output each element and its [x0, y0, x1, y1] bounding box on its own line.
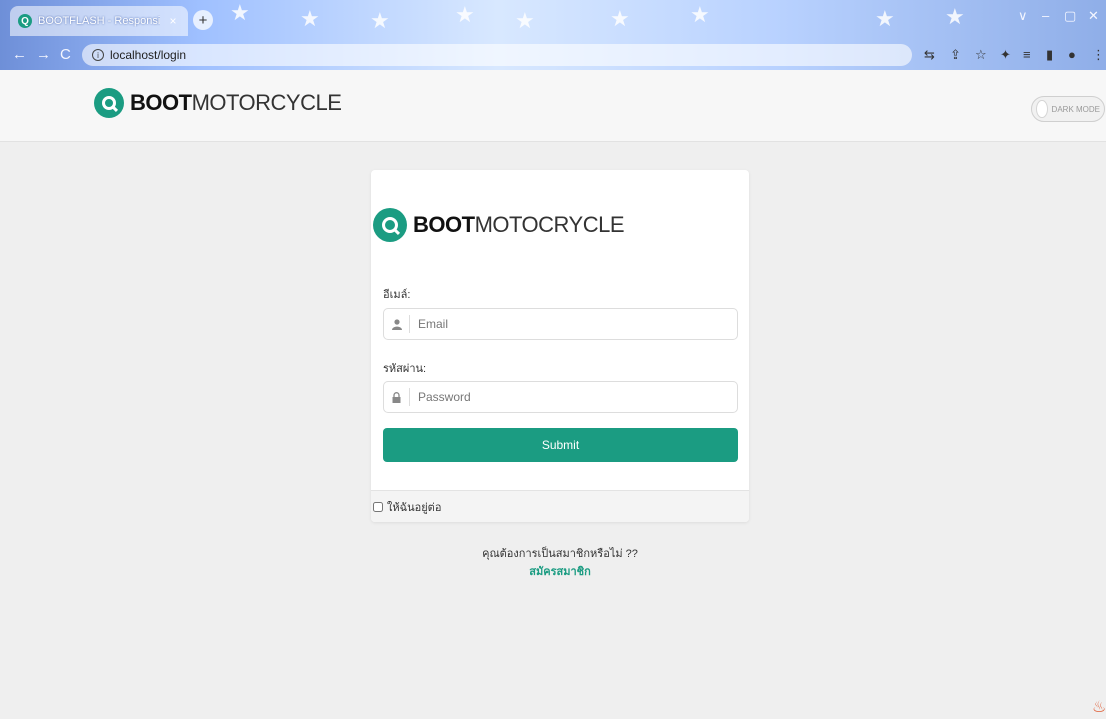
user-icon	[384, 315, 410, 333]
star-icon[interactable]: ☆	[975, 47, 987, 63]
close-window-icon[interactable]: ✕	[1088, 8, 1099, 24]
dark-mode-label: DARK MODE	[1051, 104, 1100, 114]
logo-text: BOOTMOTOCRYCLE	[413, 212, 625, 237]
address-bar[interactable]: i localhost/login	[82, 44, 912, 66]
star-decoration: ★	[610, 6, 630, 31]
password-input-group[interactable]	[383, 381, 738, 413]
card-logo: BOOTMOTOCRYCLE	[373, 208, 625, 242]
remember-me-label[interactable]: ให้ฉันอยู่ต่อ	[387, 498, 441, 516]
login-card: BOOTMOTOCRYCLE อีเมล์: รหัสผ่าน: Submit …	[371, 170, 749, 522]
register-question: คุณต้องการเป็นสมาชิกหรือไม่ ??	[482, 548, 638, 560]
tab-title: BOOTFLASH - Responsive Cl	[38, 15, 160, 27]
star-decoration: ★	[945, 4, 965, 29]
toggle-knob	[1036, 100, 1048, 118]
share-icon[interactable]: ⇪	[950, 47, 961, 63]
reload-icon[interactable]: C	[60, 46, 71, 63]
dark-mode-toggle[interactable]: DARK MODE	[1031, 96, 1105, 122]
minimize-icon[interactable]: –	[1042, 8, 1049, 23]
fire-icon[interactable]: ♨	[1092, 697, 1106, 717]
maximize-icon[interactable]: ▢	[1064, 8, 1076, 24]
new-tab-button[interactable]: +	[193, 10, 213, 30]
queue-icon[interactable]: ≡	[1023, 47, 1031, 62]
logo-text: BOOTMOTORCYCLE	[130, 90, 342, 115]
forward-icon[interactable]: →	[36, 46, 51, 63]
email-label: อีเมล์:	[383, 289, 411, 301]
header-logo[interactable]: BOOTMOTORCYCLE	[94, 88, 342, 118]
tab-search-icon[interactable]: ∨	[1018, 8, 1028, 24]
password-field[interactable]	[410, 382, 737, 412]
tab-favicon-icon: Q	[18, 14, 32, 28]
star-decoration: ★	[300, 6, 320, 31]
extension-icon[interactable]: ✦	[1000, 47, 1011, 63]
address-url[interactable]: localhost/login	[110, 48, 186, 62]
browser-tab[interactable]: Q BOOTFLASH - Responsive Cl ×	[10, 6, 188, 36]
star-decoration: ★	[515, 8, 535, 33]
lock-icon	[384, 388, 410, 406]
star-decoration: ★	[230, 0, 250, 25]
star-decoration: ★	[455, 2, 475, 27]
star-decoration: ★	[690, 2, 710, 27]
star-decoration: ★	[370, 8, 390, 33]
profile-icon[interactable]: ●	[1068, 47, 1076, 62]
card-footer: ให้ฉันอยู่ต่อ	[371, 490, 749, 522]
menu-icon[interactable]: ⋮	[1092, 47, 1105, 63]
browser-chrome: ★ ★ ★ ★ ★ ★ ★ ★ ★ Q BOOTFLASH - Responsi…	[0, 0, 1106, 70]
logo-search-icon	[94, 88, 124, 118]
register-link[interactable]: สมัครสมาชิก	[371, 562, 749, 580]
password-label: รหัสผ่าน:	[383, 363, 427, 375]
translate-icon[interactable]: ⇆	[924, 47, 935, 63]
email-field[interactable]	[410, 309, 737, 339]
email-input-group[interactable]	[383, 308, 738, 340]
back-icon[interactable]: ←	[12, 46, 27, 63]
sidebar-icon[interactable]: ▮	[1046, 47, 1053, 63]
logo-search-icon	[373, 208, 407, 242]
remember-me-checkbox[interactable]	[373, 501, 383, 512]
site-info-icon[interactable]: i	[92, 49, 104, 61]
star-decoration: ★	[875, 6, 895, 31]
tab-close-icon[interactable]: ×	[166, 14, 180, 28]
submit-button[interactable]: Submit	[383, 428, 738, 462]
